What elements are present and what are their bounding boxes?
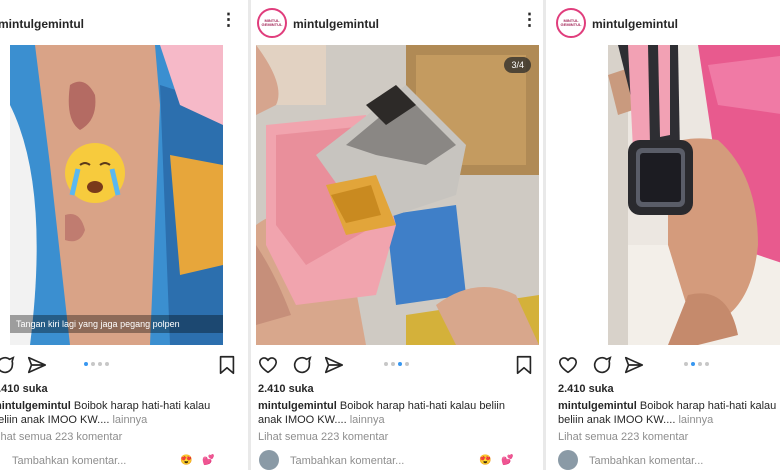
likes-count[interactable]: 2.410 suka [0, 383, 48, 395]
post-username[interactable]: mintulgemintul [0, 17, 84, 31]
view-comments-link[interactable]: Lihat semua 223 komentar [558, 431, 688, 443]
heart-icon[interactable] [257, 354, 279, 376]
add-comment-input[interactable]: Tambahkan komentar... [589, 455, 703, 467]
caption-more-link[interactable]: lainnya [678, 414, 713, 426]
send-icon[interactable] [323, 354, 345, 376]
bookmark-icon[interactable] [216, 354, 238, 376]
emoji-hearts[interactable]: 💕 [202, 455, 214, 466]
instagram-post-3: MINTUL GEMINTUL mintulgemintul 2.410 suk… [546, 0, 780, 470]
carousel-dot [705, 362, 709, 366]
caption-username[interactable]: mintulgemintul [258, 400, 337, 412]
carousel-dot [684, 362, 688, 366]
post-image[interactable] [608, 45, 780, 345]
caption-more-link[interactable]: lainnya [350, 414, 385, 426]
comment-icon[interactable] [0, 354, 16, 376]
current-user-avatar [558, 450, 578, 470]
avatar[interactable]: MINTUL GEMINTUL [556, 8, 586, 38]
wrist-injury-photo [10, 45, 223, 345]
post-caption: mintulgemintul Boibok harap hati-hati ka… [0, 399, 227, 427]
emoji-hearts[interactable]: 💕 [501, 455, 513, 466]
emoji-heart-eyes[interactable]: 😍 [479, 455, 491, 466]
more-options-icon[interactable]: ⋮ [220, 11, 237, 29]
view-comments-link[interactable]: Lihat semua 223 komentar [0, 431, 122, 443]
likes-count[interactable]: 2.410 suka [258, 383, 314, 395]
post-username[interactable]: mintulgemintul [592, 17, 678, 31]
avatar-logo-text: MINTUL GEMINTUL [261, 18, 283, 27]
send-icon[interactable] [26, 354, 48, 376]
carousel-dot [698, 362, 702, 366]
carousel-dot-active [691, 362, 695, 366]
carousel-dot [91, 362, 95, 366]
post-header: MINTUL GEMINTUL mintulgemintul ⋮ [251, 8, 543, 40]
carousel-indicator [384, 362, 409, 366]
caption-username[interactable]: mintulgemintul [558, 400, 637, 412]
post-actions [0, 354, 248, 376]
current-user-avatar [259, 450, 279, 470]
carousel-dot [105, 362, 109, 366]
post-image[interactable]: 3/4 [256, 45, 539, 345]
carousel-dot-active [398, 362, 402, 366]
instagram-post-1: mintulgemintul ⋮ Tangan kiri lagi yang j… [0, 0, 248, 470]
avatar-logo-text: MINTUL GEMINTUL [560, 18, 582, 27]
post-header: mintulgemintul ⋮ [0, 8, 248, 40]
carousel-dot [384, 362, 388, 366]
heart-icon[interactable] [557, 354, 579, 376]
more-options-icon[interactable]: ⋮ [521, 11, 538, 29]
smartwatch-arm-photo [608, 45, 780, 345]
avatar[interactable]: MINTUL GEMINTUL [257, 8, 287, 38]
carousel-dot-active [84, 362, 88, 366]
carousel-dot [98, 362, 102, 366]
post-caption: mintulgemintul Boibok harap hati-hati ka… [258, 399, 528, 427]
post-caption: mintulgemintul Boibok harap hati-hati ka… [558, 399, 780, 427]
post-image[interactable]: Tangan kiri lagi yang jaga pegang polpen [10, 45, 223, 345]
add-comment-input[interactable]: Tambahkan komentar... [290, 455, 404, 467]
caption-more-link[interactable]: lainnya [112, 414, 147, 426]
post-username[interactable]: mintulgemintul [293, 17, 379, 31]
image-text-overlay: Tangan kiri lagi yang jaga pegang polpen [10, 315, 223, 333]
add-comment-input[interactable]: Tambahkan komentar... [12, 455, 126, 467]
bookmark-icon[interactable] [513, 354, 535, 376]
carousel-indicator [684, 362, 709, 366]
comment-icon[interactable] [291, 354, 313, 376]
emoji-heart-eyes[interactable]: 😍 [180, 455, 192, 466]
view-comments-link[interactable]: Lihat semua 223 komentar [258, 431, 388, 443]
likes-count[interactable]: 2.410 suka [558, 383, 614, 395]
post-actions [251, 354, 543, 376]
instagram-post-2: MINTUL GEMINTUL mintulgemintul ⋮ 3/4 2.4… [251, 0, 543, 470]
carousel-counter: 3/4 [504, 57, 531, 73]
send-icon[interactable] [623, 354, 645, 376]
post-actions [546, 354, 780, 376]
carousel-dot [391, 362, 395, 366]
caption-username[interactable]: mintulgemintul [0, 400, 71, 412]
carousel-indicator [84, 362, 109, 366]
comment-icon[interactable] [591, 354, 613, 376]
post-header: MINTUL GEMINTUL mintulgemintul [546, 8, 780, 40]
carousel-dot [405, 362, 409, 366]
burnt-battery-photo [256, 45, 539, 345]
